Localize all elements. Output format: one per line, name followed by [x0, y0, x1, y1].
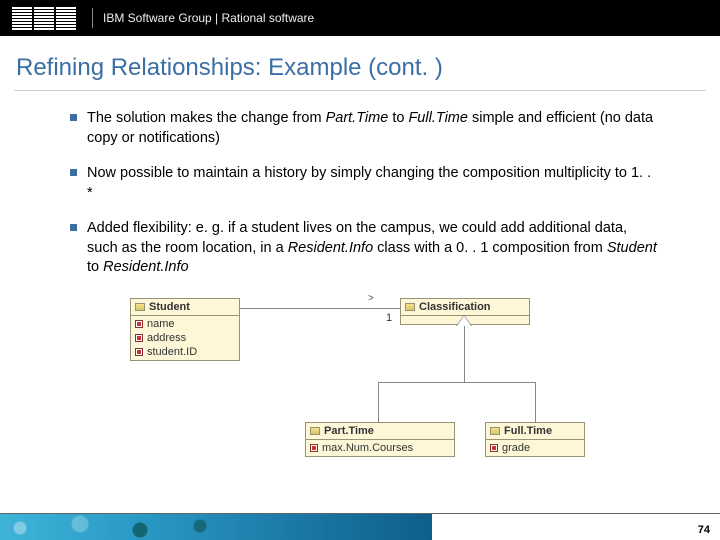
footer-band — [0, 514, 720, 540]
class-icon — [135, 303, 145, 311]
footer-graphic — [0, 514, 260, 540]
generalization-line — [535, 382, 536, 422]
class-fulltime: Full.Time grade — [485, 422, 585, 457]
bullet-item: Added flexibility: e. g. if a student li… — [70, 219, 660, 278]
generalization-line — [378, 382, 379, 422]
class-student: Student name address student.ID — [130, 298, 240, 361]
bullet-icon — [70, 169, 77, 176]
bullet-icon — [70, 224, 77, 231]
class-parttime: Part.Time max.Num.Courses — [305, 422, 455, 457]
bullet-list: The solution makes the change from Part.… — [0, 91, 720, 278]
attribute-icon — [490, 444, 498, 452]
header-separator — [92, 8, 93, 28]
bullet-text: Now possible to maintain a history by si… — [87, 164, 660, 203]
slide-title: Refining Relationships: Example (cont. ) — [0, 36, 720, 84]
footer: 74 — [0, 513, 720, 540]
generalization-line — [378, 382, 536, 383]
header-bar: IBM Software Group | Rational software — [0, 0, 720, 36]
attribute-icon — [135, 334, 143, 342]
bullet-item: Now possible to maintain a history by si… — [70, 164, 660, 203]
bullet-icon — [70, 114, 77, 121]
multiplicity-label: 1 — [386, 312, 392, 324]
uml-diagram: Student name address student.ID Classifi… — [120, 294, 600, 469]
bullet-item: The solution makes the change from Part.… — [70, 109, 660, 148]
class-icon — [490, 427, 500, 435]
ibm-logo — [12, 7, 76, 30]
attribute-icon — [135, 320, 143, 328]
attribute-icon — [310, 444, 318, 452]
class-icon — [405, 303, 415, 311]
bullet-text: Added flexibility: e. g. if a student li… — [87, 219, 660, 278]
class-icon — [310, 427, 320, 435]
header-text: IBM Software Group | Rational software — [103, 11, 314, 25]
generalization-arrowhead-fill — [457, 316, 471, 326]
page-number: 74 — [698, 524, 710, 536]
attribute-icon — [135, 348, 143, 356]
association-line — [240, 308, 400, 309]
bullet-text: The solution makes the change from Part.… — [87, 109, 660, 148]
association-direction: > — [368, 293, 374, 304]
generalization-line — [464, 326, 465, 382]
